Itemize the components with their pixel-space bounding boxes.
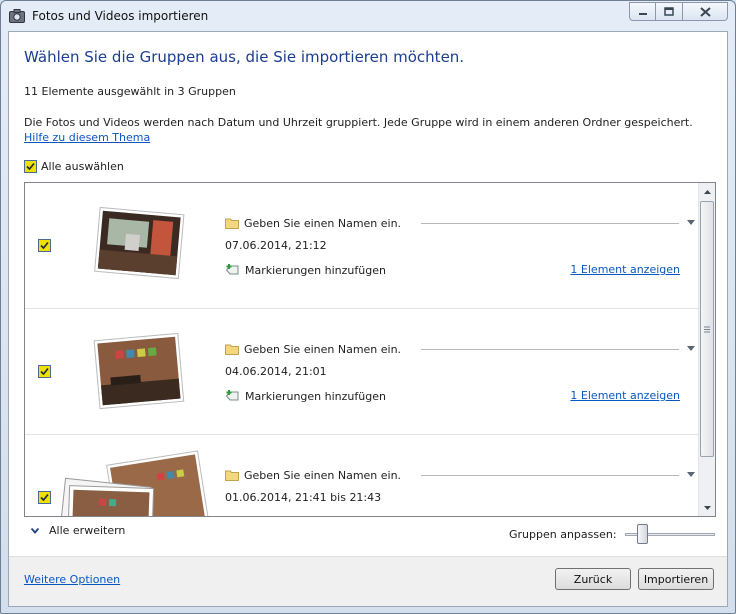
group-date: 07.06.2014, 21:12 <box>225 239 327 252</box>
checkmark-icon <box>26 162 35 171</box>
select-all-checkbox[interactable]: Alle auswählen <box>24 160 124 173</box>
scroll-down-icon <box>704 505 711 510</box>
folder-icon <box>225 218 239 229</box>
more-options-link[interactable]: Weitere Optionen <box>24 573 120 586</box>
add-tags-label: Markierungen hinzufügen <box>245 263 386 277</box>
help-link[interactable]: Hilfe zu diesem Thema <box>24 131 150 144</box>
list-item: Geben Sie einen Namen ein. 07.06.2014, 2… <box>25 183 698 309</box>
name-underline <box>421 348 679 350</box>
scroll-down-button[interactable] <box>699 499 715 516</box>
close-icon <box>699 6 711 17</box>
description-body: Die Fotos und Videos werden nach Datum u… <box>24 116 693 129</box>
photo-thumbnail[interactable] <box>85 327 193 417</box>
add-tags-button[interactable]: Markierungen hinzufügen <box>225 263 386 277</box>
vertical-scrollbar[interactable] <box>698 183 715 516</box>
group-name-field[interactable]: Geben Sie einen Namen ein. <box>225 341 695 357</box>
group-name-field[interactable]: Geben Sie einen Namen ein. <box>225 467 695 483</box>
checkmark-icon <box>40 241 49 250</box>
expand-all-label: Alle erweitern <box>49 524 126 537</box>
minimize-button[interactable] <box>629 2 656 21</box>
group-date: 04.06.2014, 21:01 <box>225 365 327 378</box>
list-item: Geben Sie einen Namen ein. 04.06.2014, 2… <box>25 309 698 435</box>
camera-icon <box>9 9 25 23</box>
import-button[interactable]: Importieren <box>638 568 714 590</box>
photo-stack-thumbnail[interactable] <box>59 445 211 517</box>
import-dialog-window: Fotos und Videos importieren Wählen Sie … <box>0 0 736 614</box>
group-adjust-label: Gruppen anpassen: <box>509 527 617 541</box>
add-tag-icon <box>225 264 239 275</box>
list-item: Geben Sie einen Namen ein. 01.06.2014, 2… <box>25 435 698 517</box>
dialog-content: Wählen Sie die Gruppen aus, die Sie impo… <box>8 31 728 607</box>
caption-buttons <box>629 2 728 21</box>
description-text: Die Fotos und Videos werden nach Datum u… <box>24 115 714 145</box>
selection-count: 11 Elemente ausgewählt in 3 Gruppen <box>24 85 236 98</box>
group-list: Geben Sie einen Namen ein. 07.06.2014, 2… <box>24 182 716 517</box>
grip-icon <box>704 326 710 332</box>
group-name-placeholder: Geben Sie einen Namen ein. <box>244 216 402 230</box>
dialog-footer: Weitere Optionen Zurück Importieren <box>9 556 727 606</box>
page-title: Wählen Sie die Gruppen aus, die Sie impo… <box>24 48 465 66</box>
scrollbar-thumb[interactable] <box>700 201 714 457</box>
title-bar[interactable]: Fotos und Videos importieren <box>1 1 735 31</box>
window-title: Fotos und Videos importieren <box>32 9 209 23</box>
chevron-down-icon[interactable] <box>687 346 695 352</box>
chevron-down-icon[interactable] <box>687 472 695 478</box>
group-adjust-control: Gruppen anpassen: <box>509 524 715 544</box>
scroll-up-icon <box>704 189 711 194</box>
slider-handle[interactable] <box>636 524 648 544</box>
group-name-placeholder: Geben Sie einen Namen ein. <box>244 468 402 482</box>
folder-icon <box>225 344 239 355</box>
expand-all-button[interactable]: Alle erweitern <box>31 524 125 537</box>
group-adjust-slider[interactable] <box>624 524 715 544</box>
group-checkbox[interactable] <box>38 365 51 378</box>
maximize-button[interactable] <box>656 2 683 21</box>
close-button[interactable] <box>683 2 728 21</box>
group-name-field[interactable]: Geben Sie einen Namen ein. <box>225 215 695 231</box>
minimize-icon <box>638 12 647 15</box>
add-tag-icon <box>225 390 239 401</box>
show-items-link[interactable]: 1 Element anzeigen <box>570 263 680 276</box>
show-items-link[interactable]: 1 Element anzeigen <box>570 389 680 402</box>
checkbox[interactable] <box>24 160 37 173</box>
group-name-placeholder: Geben Sie einen Namen ein. <box>244 342 402 356</box>
back-button[interactable]: Zurück <box>555 568 631 590</box>
add-tags-button[interactable]: Markierungen hinzufügen <box>225 389 386 403</box>
scroll-up-button[interactable] <box>699 183 715 200</box>
maximize-icon <box>664 7 674 16</box>
folder-icon <box>225 470 239 481</box>
group-checkbox[interactable] <box>38 491 51 504</box>
name-underline <box>421 474 679 476</box>
group-date: 01.06.2014, 21:41 bis 21:43 <box>225 491 382 504</box>
select-all-label: Alle auswählen <box>41 160 124 173</box>
checkmark-icon <box>40 493 49 502</box>
chevron-down-icon[interactable] <box>687 220 695 226</box>
photo-thumbnail[interactable] <box>85 201 193 291</box>
chevron-down-icon <box>31 527 39 534</box>
checkmark-icon <box>40 367 49 376</box>
name-underline <box>421 222 679 224</box>
group-checkbox[interactable] <box>38 239 51 252</box>
add-tags-label: Markierungen hinzufügen <box>245 389 386 403</box>
